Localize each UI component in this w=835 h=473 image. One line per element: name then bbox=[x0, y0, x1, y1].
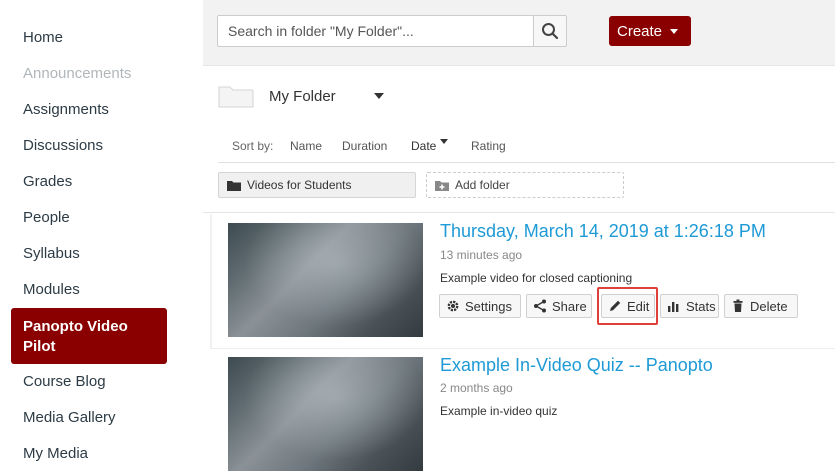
settings-label: Settings bbox=[465, 298, 512, 314]
share-icon bbox=[534, 299, 546, 313]
add-folder-label: Add folder bbox=[455, 178, 510, 192]
session-thumbnail[interactable] bbox=[228, 357, 423, 471]
add-folder-button[interactable]: Add folder bbox=[426, 172, 624, 198]
nav-item-syllabus[interactable]: Syllabus bbox=[23, 245, 80, 262]
nav-item-discussions[interactable]: Discussions bbox=[23, 137, 103, 154]
chevron-down-icon bbox=[670, 28, 679, 34]
nav-item-my-media[interactable]: My Media bbox=[23, 445, 88, 462]
create-button[interactable]: Create bbox=[609, 16, 691, 46]
share-label: Share bbox=[552, 298, 587, 314]
delete-button[interactable]: Delete bbox=[724, 294, 798, 318]
add-folder-icon bbox=[435, 180, 449, 191]
trash-icon bbox=[733, 299, 743, 312]
search-input[interactable] bbox=[218, 16, 533, 46]
nav-item-modules[interactable]: Modules bbox=[23, 281, 80, 298]
search-button[interactable] bbox=[533, 15, 567, 47]
folder-menu-chevron-icon[interactable] bbox=[374, 93, 384, 99]
panopto-toolbar: Create bbox=[203, 0, 835, 66]
session-title-link[interactable]: Example In-Video Quiz -- Panopto bbox=[440, 355, 713, 376]
course-nav-sidebar: Home Announcements Assignments Discussio… bbox=[0, 0, 203, 473]
create-button-label: Create bbox=[617, 22, 663, 40]
nav-item-panopto-video-pilot[interactable]: Panopto Video Pilot bbox=[11, 308, 167, 364]
subfolder-label: Videos for Students bbox=[247, 178, 352, 192]
session-description: Example video for closed captioning bbox=[440, 271, 633, 285]
nav-item-announcements[interactable]: Announcements bbox=[23, 65, 131, 82]
sort-option-name[interactable]: Name bbox=[290, 139, 322, 153]
sort-option-rating[interactable]: Rating bbox=[471, 139, 506, 153]
session-title-link[interactable]: Thursday, March 14, 2019 at 1:26:18 PM bbox=[440, 221, 766, 242]
divider bbox=[203, 212, 835, 213]
divider bbox=[210, 348, 835, 349]
bar-chart-icon bbox=[668, 302, 679, 312]
session-time: 13 minutes ago bbox=[440, 248, 523, 262]
nav-item-label: Panopto Video Pilot bbox=[23, 318, 128, 355]
session-time: 2 months ago bbox=[440, 381, 513, 395]
sort-option-date-label: Date bbox=[411, 139, 437, 153]
sort-option-date[interactable]: Date bbox=[411, 139, 449, 153]
session-row-border bbox=[210, 214, 212, 349]
session-thumbnail[interactable] bbox=[228, 223, 423, 337]
sort-direction-icon bbox=[440, 139, 449, 144]
search-box bbox=[217, 15, 534, 47]
edit-button-highlight bbox=[597, 287, 658, 325]
stats-label: Stats bbox=[686, 298, 716, 314]
folder-title: My Folder bbox=[269, 88, 336, 105]
folder-icon bbox=[227, 180, 241, 191]
session-description: Example in-video quiz bbox=[440, 404, 558, 418]
nav-item-home[interactable]: Home bbox=[23, 29, 63, 46]
delete-label: Delete bbox=[750, 298, 788, 314]
subfolder-videos-for-students[interactable]: Videos for Students bbox=[218, 172, 416, 198]
settings-button[interactable]: Settings bbox=[439, 294, 521, 318]
folder-icon bbox=[218, 86, 254, 108]
nav-item-people[interactable]: People bbox=[23, 209, 70, 226]
sort-label: Sort by: bbox=[232, 139, 274, 153]
nav-item-media-gallery[interactable]: Media Gallery bbox=[23, 409, 116, 426]
panopto-main: Create My Folder Sort by: Name Duration … bbox=[203, 0, 835, 473]
nav-item-course-blog[interactable]: Course Blog bbox=[23, 373, 106, 390]
nav-item-assignments[interactable]: Assignments bbox=[23, 101, 109, 118]
nav-item-grades[interactable]: Grades bbox=[23, 173, 72, 190]
search-icon bbox=[542, 23, 559, 40]
stats-button[interactable]: Stats bbox=[660, 294, 719, 318]
divider bbox=[218, 162, 835, 163]
sort-option-duration[interactable]: Duration bbox=[342, 139, 387, 153]
share-button[interactable]: Share bbox=[526, 294, 592, 318]
gear-icon bbox=[447, 300, 459, 312]
